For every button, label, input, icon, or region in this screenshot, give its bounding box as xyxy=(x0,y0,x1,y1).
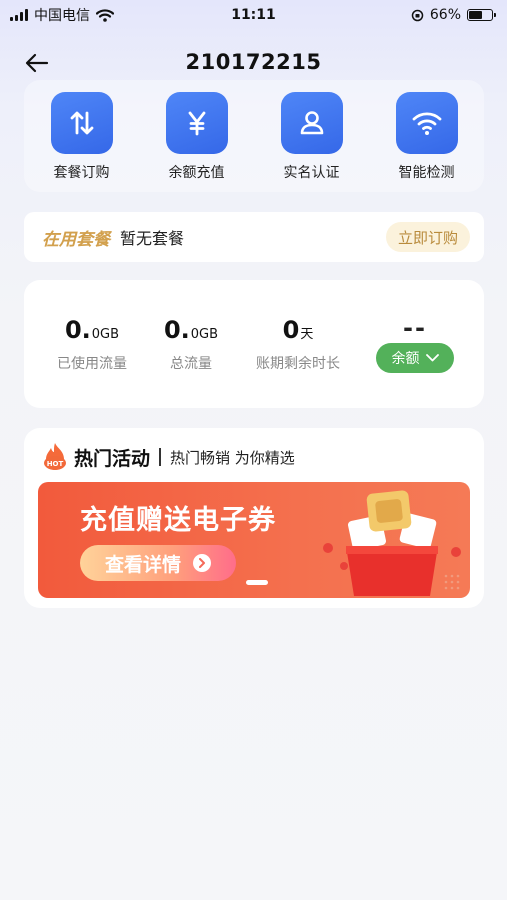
used-data-value: 0.0GB xyxy=(64,316,120,344)
carousel-indicator xyxy=(246,580,268,585)
view-details-label: 查看详情 xyxy=(104,553,181,576)
status-bar: 中国电信 11:11 66% xyxy=(0,0,507,30)
hot-activities-subtitle: 热门畅销 为你精选 xyxy=(170,448,295,467)
quick-action-plan-order[interactable]: 套餐订购 xyxy=(36,92,128,182)
view-details-button[interactable]: 查看详情 xyxy=(80,545,236,581)
quick-action-label: 实名认证 xyxy=(283,165,340,181)
carrier-name: 中国电信 xyxy=(34,8,90,24)
quick-action-recharge[interactable]: 余额充值 xyxy=(151,92,243,182)
order-now-button[interactable]: 立即订购 xyxy=(385,222,470,252)
used-data-label: 已使用流量 xyxy=(57,356,127,372)
swap-arrows-icon xyxy=(50,92,113,154)
current-plan-card: 在用套餐 暂无套餐 立即订购 xyxy=(24,212,484,262)
quick-action-label: 套餐订购 xyxy=(53,165,110,181)
balance-value: -- xyxy=(403,314,427,342)
wifi-status-icon xyxy=(96,8,114,22)
orientation-lock-icon xyxy=(411,9,424,21)
remaining-days-label: 账期剩余时长 xyxy=(256,356,340,372)
quick-actions: 套餐订购 余额充值 实名认证 智能检测 xyxy=(24,80,484,192)
wifi-icon xyxy=(395,92,458,154)
yuan-icon xyxy=(165,92,228,154)
hot-badge-text: HOT xyxy=(47,460,64,468)
usage-card: 0.0GB 已使用流量 0.0GB 总流量 0天 账期剩余时长 -- 余额 xyxy=(24,280,484,408)
total-data-value: 0.0GB xyxy=(163,316,219,344)
chevron-right-icon xyxy=(193,554,211,572)
promo-banner[interactable]: 充值赠送电子券 查看详情 xyxy=(38,482,470,598)
signal-icon xyxy=(10,9,28,21)
hot-flame-icon: HOT xyxy=(44,443,66,470)
battery-percent: 66% xyxy=(429,7,461,23)
status-left: 中国电信 xyxy=(0,5,114,25)
page-title: 210172215 xyxy=(185,50,322,74)
status-right: 66% xyxy=(411,7,507,23)
quick-action-real-name[interactable]: 实名认证 xyxy=(266,92,358,182)
plan-title: 在用套餐 xyxy=(42,229,110,250)
plan-status: 暂无套餐 xyxy=(120,229,185,248)
balance-dropdown-button[interactable]: 余额 xyxy=(376,343,454,373)
hot-activities-header: HOT 热门活动 热门畅销 为你精选 xyxy=(42,442,295,472)
user-icon xyxy=(280,92,343,154)
nav-bar: 210172215 xyxy=(0,42,507,82)
remaining-days: 0天 账期剩余时长 xyxy=(246,316,350,373)
total-data: 0.0GB 总流量 xyxy=(146,316,236,373)
chevron-down-icon xyxy=(425,354,439,362)
balance-button-label: 余额 xyxy=(391,351,420,367)
quick-action-label: 智能检测 xyxy=(398,165,455,181)
total-data-label: 总流量 xyxy=(170,356,212,372)
hot-activities-title: 热门活动 xyxy=(74,447,151,470)
hot-activities-card: HOT 热门活动 热门畅销 为你精选 充值赠送电子券 查看详情 xyxy=(24,428,484,608)
quick-action-label: 余额充值 xyxy=(168,165,225,181)
quick-action-smart-check[interactable]: 智能检测 xyxy=(381,92,473,182)
gift-box-illustration xyxy=(323,490,461,596)
banner-title: 充值赠送电子券 xyxy=(80,505,276,536)
remaining-days-value: 0天 xyxy=(282,316,314,344)
used-data: 0.0GB 已使用流量 xyxy=(46,316,138,373)
battery-fill xyxy=(469,11,482,19)
battery-icon xyxy=(467,9,496,21)
title-divider xyxy=(159,448,162,466)
